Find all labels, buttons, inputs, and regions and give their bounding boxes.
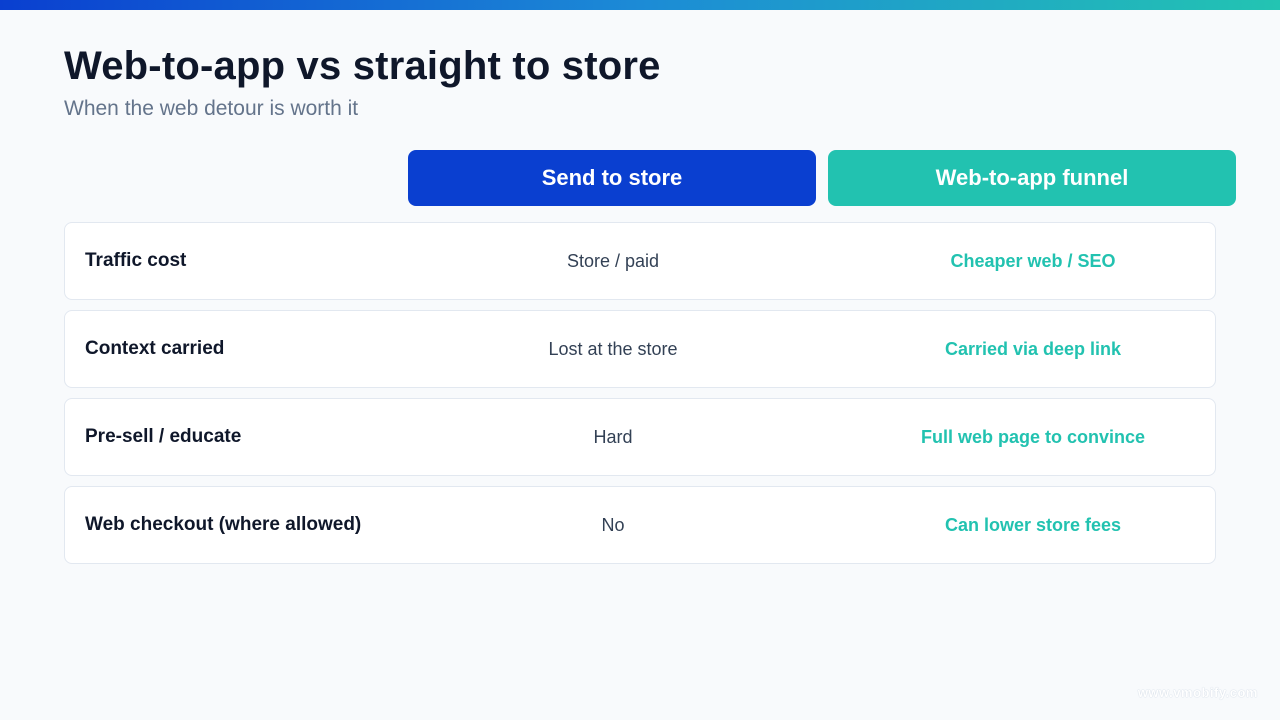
funnel-value: Carried via deep link: [944, 338, 1122, 359]
funnel-value: Can lower store fees: [944, 514, 1122, 535]
row-label: Web checkout (where allowed): [85, 514, 362, 535]
row-label: Pre-sell / educate: [85, 426, 242, 447]
comparison-row-web-checkout: Web checkout (where allowed) No Can lowe…: [64, 486, 1216, 564]
store-value: No: [601, 514, 625, 535]
comparison-row-traffic-cost: Traffic cost Store / paid Cheaper web / …: [64, 222, 1216, 300]
row-label: Context carried: [85, 338, 225, 359]
store-value: Store / paid: [566, 250, 660, 271]
slide-title: Web-to-app vs straight to store: [64, 44, 661, 88]
slide-subtitle: When the web detour is worth it: [64, 97, 359, 120]
comparison-row-pre-sell-educate: Pre-sell / educate Hard Full web page to…: [64, 398, 1216, 476]
funnel-value: Full web page to convince: [920, 426, 1146, 447]
funnel-value: Cheaper web / SEO: [950, 250, 1116, 271]
row-label: Traffic cost: [85, 250, 187, 271]
store-value: Hard: [593, 426, 633, 447]
watermark: www.vmobify.com: [1137, 685, 1258, 700]
column-header-send-to-store: Send to store: [408, 150, 816, 206]
column-header-web-to-app-funnel: Web-to-app funnel: [828, 150, 1236, 206]
comparison-row-context-carried: Context carried Lost at the store Carrie…: [64, 310, 1216, 388]
top-accent-bar: [0, 0, 1280, 10]
store-value: Lost at the store: [548, 338, 678, 359]
